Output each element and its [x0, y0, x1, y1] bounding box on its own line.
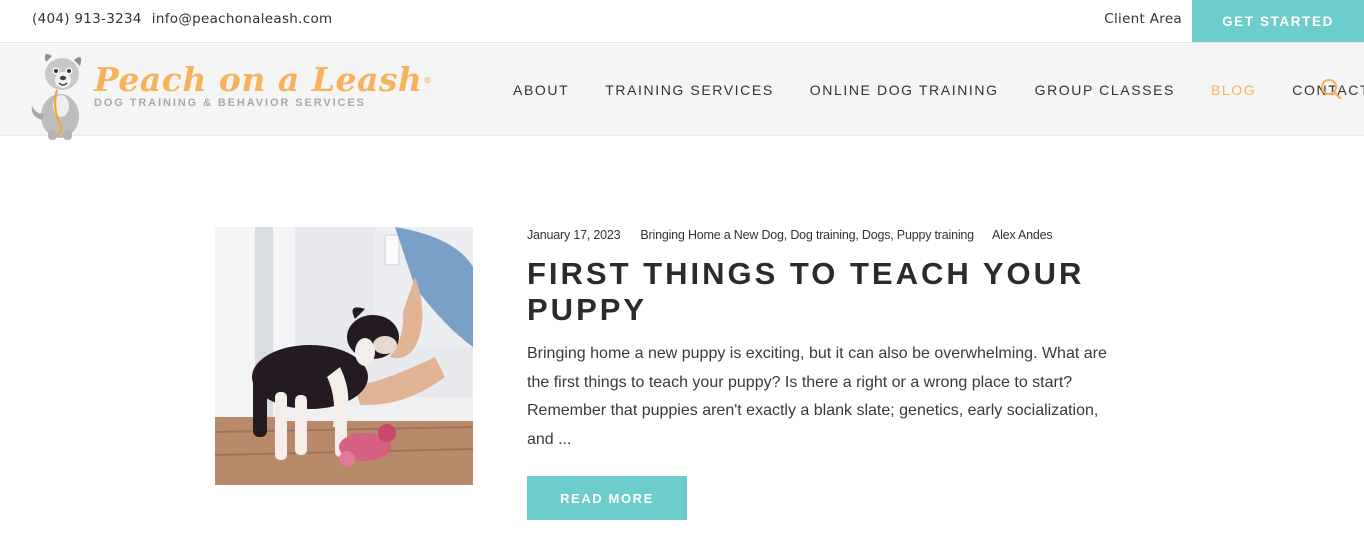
post-author[interactable]: Alex Andes [992, 228, 1053, 242]
top-bar: (404) 913-3234 info@peachonaleash.com Cl… [0, 0, 1364, 43]
nav-blog[interactable]: BLOG [1211, 82, 1256, 98]
brand-tagline: DOG TRAINING & BEHAVIOR SERVICES [94, 97, 366, 109]
logo-wordmark: Peach on a Leash® DOG TRAINING & BEHAVIO… [94, 60, 432, 110]
post-thumbnail[interactable] [215, 227, 473, 485]
brand-name: Peach on a Leash® [94, 60, 432, 99]
puppy-photo [215, 227, 473, 485]
read-more-button[interactable]: READ MORE [527, 476, 687, 520]
post-excerpt: Bringing home a new puppy is exciting, b… [527, 345, 1107, 448]
email-link[interactable]: info@peachonaleash.com [152, 11, 333, 27]
phone-link[interactable]: (404) 913-3234 [32, 11, 142, 27]
post-date[interactable]: January 17, 2023 [527, 228, 621, 242]
dog-mascot-icon [31, 54, 82, 140]
nav-online-dog-training[interactable]: ONLINE DOG TRAINING [810, 82, 999, 98]
registered-mark: ® [423, 75, 432, 85]
contact-info: (404) 913-3234 info@peachonaleash.com [32, 0, 332, 38]
get-started-button[interactable]: GET STARTED [1192, 0, 1364, 42]
search-icon[interactable] [1320, 78, 1342, 100]
nav-training-services[interactable]: TRAINING SERVICES [605, 82, 774, 98]
post-meta: January 17, 2023 Bringing Home a New Dog… [527, 228, 1053, 242]
nav-group-classes[interactable]: GROUP CLASSES [1035, 82, 1175, 98]
nav-about[interactable]: ABOUT [513, 82, 569, 98]
site-header: Peach on a Leash® DOG TRAINING & BEHAVIO… [0, 44, 1364, 140]
main-nav: ABOUT TRAINING SERVICES ONLINE DOG TRAIN… [513, 44, 1364, 136]
client-area-link[interactable]: Client Area [1104, 0, 1182, 38]
site-logo[interactable]: Peach on a Leash® DOG TRAINING & BEHAVIO… [24, 50, 432, 142]
post-title[interactable]: FIRST THINGS TO TEACH YOUR PUPPY [527, 256, 1107, 328]
post-categories[interactable]: Bringing Home a New Dog, Dog training, D… [640, 228, 974, 242]
